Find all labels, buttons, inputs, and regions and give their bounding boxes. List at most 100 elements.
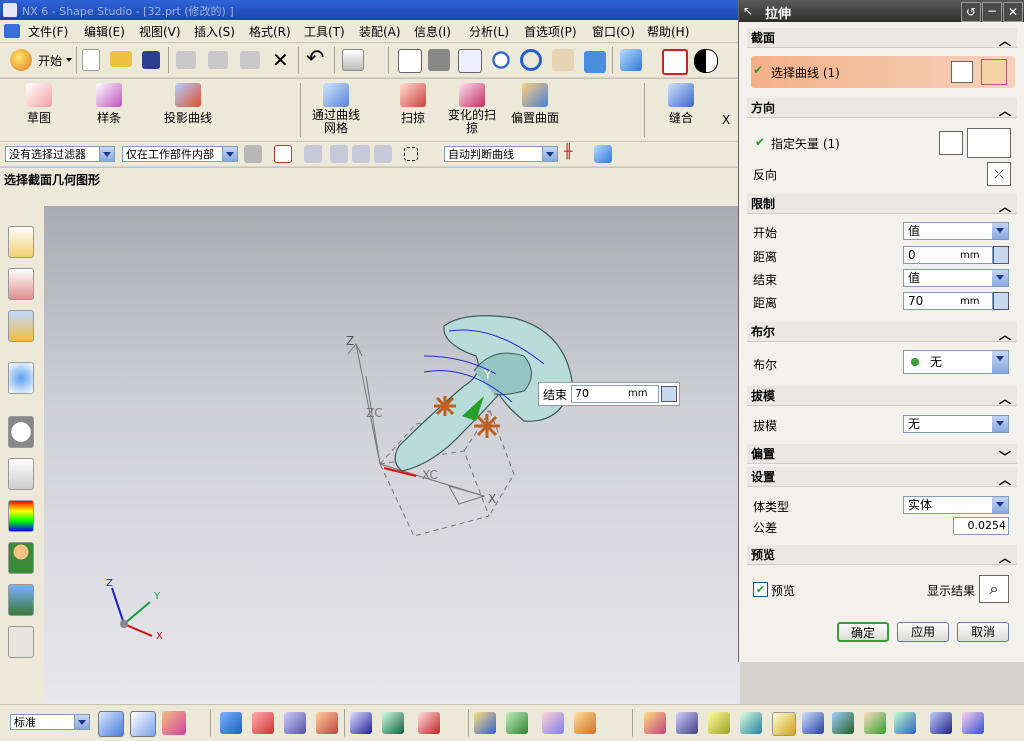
- menu-assembly[interactable]: 装配(A): [359, 23, 401, 40]
- view-icon-11[interactable]: [962, 712, 984, 734]
- cancel-button[interactable]: 取消: [957, 622, 1009, 642]
- pan-icon[interactable]: [552, 49, 574, 71]
- menu-tools[interactable]: 工具(T): [304, 23, 345, 40]
- process-studio-icon[interactable]: [8, 458, 34, 490]
- apply-button[interactable]: 应用: [897, 622, 949, 642]
- chevron-up-icon[interactable]: ︿: [999, 197, 1013, 214]
- tolerance-input[interactable]: 0.0254: [953, 517, 1009, 535]
- curve-analysis-icon-3[interactable]: [418, 712, 440, 734]
- onscreen-input-field[interactable]: 70 mm: [571, 385, 659, 403]
- start-dropdown-icon[interactable]: [66, 58, 72, 65]
- dialog-pin-icon[interactable]: ↖: [743, 4, 753, 18]
- analysis-icon-4[interactable]: [316, 712, 338, 734]
- view-icon-8[interactable]: [864, 712, 886, 734]
- history-icon[interactable]: [8, 416, 34, 448]
- show-result-magnifier-icon[interactable]: ⌕: [979, 575, 1009, 603]
- info-icon[interactable]: [342, 49, 364, 71]
- curve-analysis-icon-1[interactable]: [350, 712, 372, 734]
- boolean-group-header[interactable]: 布尔 ︿: [747, 322, 1017, 342]
- start-type-dropdown[interactable]: 值: [903, 222, 1009, 240]
- chevron-up-icon[interactable]: ︿: [999, 548, 1013, 565]
- select-edge-icon[interactable]: [352, 145, 370, 163]
- chevron-up-icon[interactable]: ︿: [999, 470, 1013, 487]
- draft-group-header[interactable]: 拔模 ︿: [747, 386, 1017, 406]
- system-scene-icon[interactable]: [8, 584, 34, 616]
- through-curve-mesh-button[interactable]: 通过曲线网格: [306, 83, 366, 135]
- body-type-dropdown[interactable]: 实体: [903, 496, 1009, 514]
- start-distance-input[interactable]: 0 mm: [903, 246, 993, 264]
- delete-icon[interactable]: ✕: [272, 49, 289, 71]
- analysis-icon-3[interactable]: [284, 712, 306, 734]
- vector-type-dropdown[interactable]: [967, 128, 1011, 158]
- menu-preferences[interactable]: 首选项(P): [524, 23, 577, 40]
- start-button[interactable]: 开始: [38, 52, 62, 69]
- filter-settings-icon[interactable]: [244, 145, 262, 163]
- new-file-icon[interactable]: [82, 49, 100, 71]
- preview-group-header[interactable]: 预览 ︿: [747, 545, 1017, 565]
- snap-point-icon[interactable]: [274, 145, 292, 163]
- settings-group-header[interactable]: 设置 ︿: [747, 467, 1017, 487]
- reverse-direction-icon[interactable]: ⤫: [987, 162, 1011, 186]
- view-icon-7[interactable]: [832, 712, 854, 734]
- draft-dropdown[interactable]: 无: [903, 415, 1009, 433]
- offset-surface-button[interactable]: 偏置曲面: [508, 83, 562, 126]
- curve-analysis-icon-2[interactable]: [382, 712, 404, 734]
- start-distance-arrow-icon[interactable]: [993, 246, 1009, 264]
- empty-tab-icon[interactable]: [8, 626, 34, 658]
- start-icon[interactable]: [10, 49, 32, 71]
- cut-icon[interactable]: [176, 51, 196, 69]
- dialog-collapse-icon[interactable]: −: [982, 2, 1002, 22]
- render-style-combo[interactable]: 标准: [10, 714, 90, 730]
- zoom-in-out-icon[interactable]: [490, 49, 512, 71]
- surface-analysis-icon-2[interactable]: [506, 712, 528, 734]
- chevron-up-icon[interactable]: ︿: [999, 325, 1013, 342]
- curve-rule-combo[interactable]: 自动判断曲线: [444, 146, 558, 162]
- view-icon-10[interactable]: [930, 712, 952, 734]
- app-menu-icon[interactable]: [4, 24, 20, 38]
- material-icon[interactable]: [162, 711, 186, 735]
- undo-icon[interactable]: ↶: [306, 47, 324, 71]
- surface-analysis-icon-1[interactable]: [474, 712, 496, 734]
- boolean-dropdown[interactable]: 无: [903, 350, 1009, 374]
- perspective-icon[interactable]: [584, 51, 606, 73]
- dialog-close-icon[interactable]: ✕: [1003, 2, 1023, 22]
- view-icon-1[interactable]: [644, 712, 666, 734]
- fit-icon[interactable]: [398, 49, 422, 73]
- menu-analysis[interactable]: 分析(L): [469, 23, 509, 40]
- menu-info[interactable]: 信息(I): [414, 23, 451, 40]
- select-tools-icon[interactable]: [304, 145, 322, 163]
- ok-button[interactable]: 确定: [837, 622, 889, 642]
- menu-format[interactable]: 格式(R): [249, 23, 291, 40]
- preview-checkbox[interactable]: ✔: [753, 582, 768, 597]
- render-style-icon[interactable]: [620, 49, 642, 71]
- graphics-window[interactable]: Z Y ZC XC X Z Y X 结束 70 mm: [44, 206, 740, 704]
- web-browser-icon[interactable]: [8, 362, 34, 394]
- open-folder-icon[interactable]: [110, 51, 132, 67]
- studio-icon[interactable]: [130, 711, 156, 737]
- menu-help[interactable]: 帮助(H): [647, 23, 689, 40]
- curve-select-icon[interactable]: [981, 59, 1007, 85]
- variable-sweep-button[interactable]: 变化的扫掠: [446, 83, 498, 135]
- analysis-icon-2[interactable]: [252, 712, 274, 734]
- assembly-navigator-icon[interactable]: [8, 226, 34, 258]
- select-face-icon[interactable]: [330, 145, 348, 163]
- save-icon[interactable]: [142, 51, 160, 69]
- rectangle-select-icon[interactable]: [404, 147, 418, 161]
- view-icon-4[interactable]: [740, 712, 762, 734]
- chevron-up-icon[interactable]: ︿: [999, 101, 1013, 118]
- orient-view-icon[interactable]: [662, 49, 688, 75]
- limits-group-header[interactable]: 限制 ︿: [747, 194, 1017, 214]
- onscreen-input-arrow-icon[interactable]: [661, 386, 677, 402]
- type-filter-combo[interactable]: 没有选择过滤器: [5, 146, 115, 162]
- menu-edit[interactable]: 编辑(E): [84, 23, 125, 40]
- copy-icon[interactable]: [208, 51, 228, 69]
- surface-analysis-icon-4[interactable]: [574, 712, 596, 734]
- select-body-icon[interactable]: [374, 145, 392, 163]
- vector-constructor-icon[interactable]: [939, 131, 963, 155]
- direction-group-header[interactable]: 方向 ︿: [747, 98, 1017, 118]
- shaded-icon[interactable]: [98, 711, 124, 737]
- view-icon-2[interactable]: [676, 712, 698, 734]
- section-group-header[interactable]: 截面 ︿: [747, 28, 1017, 48]
- zoom-window-icon[interactable]: [428, 49, 450, 71]
- end-distance-input[interactable]: 70 mm: [903, 292, 993, 310]
